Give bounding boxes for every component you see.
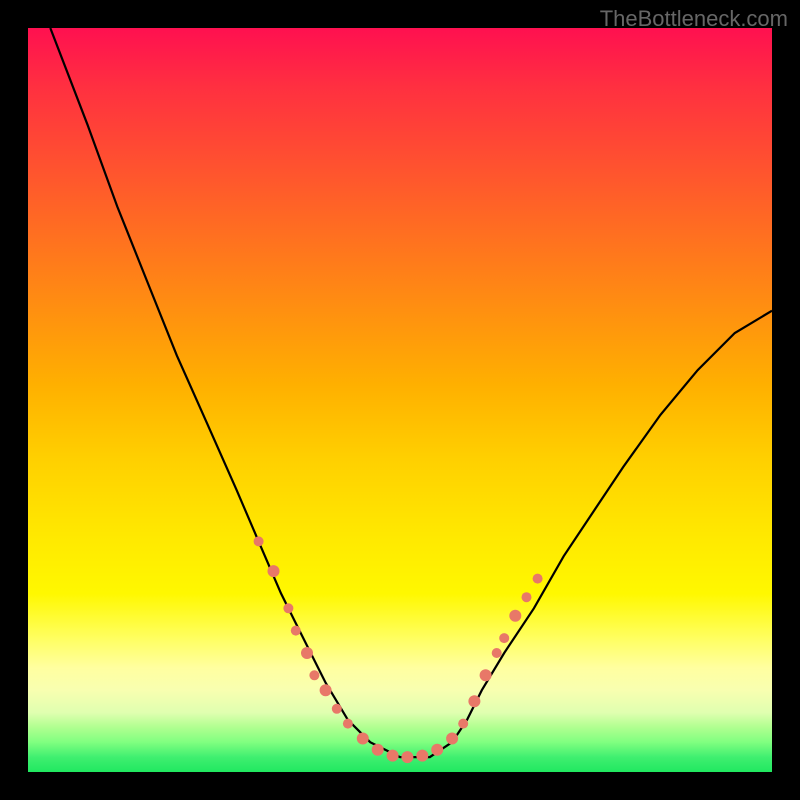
chart-gradient-background xyxy=(28,28,772,772)
watermark-text: TheBottleneck.com xyxy=(600,6,788,32)
